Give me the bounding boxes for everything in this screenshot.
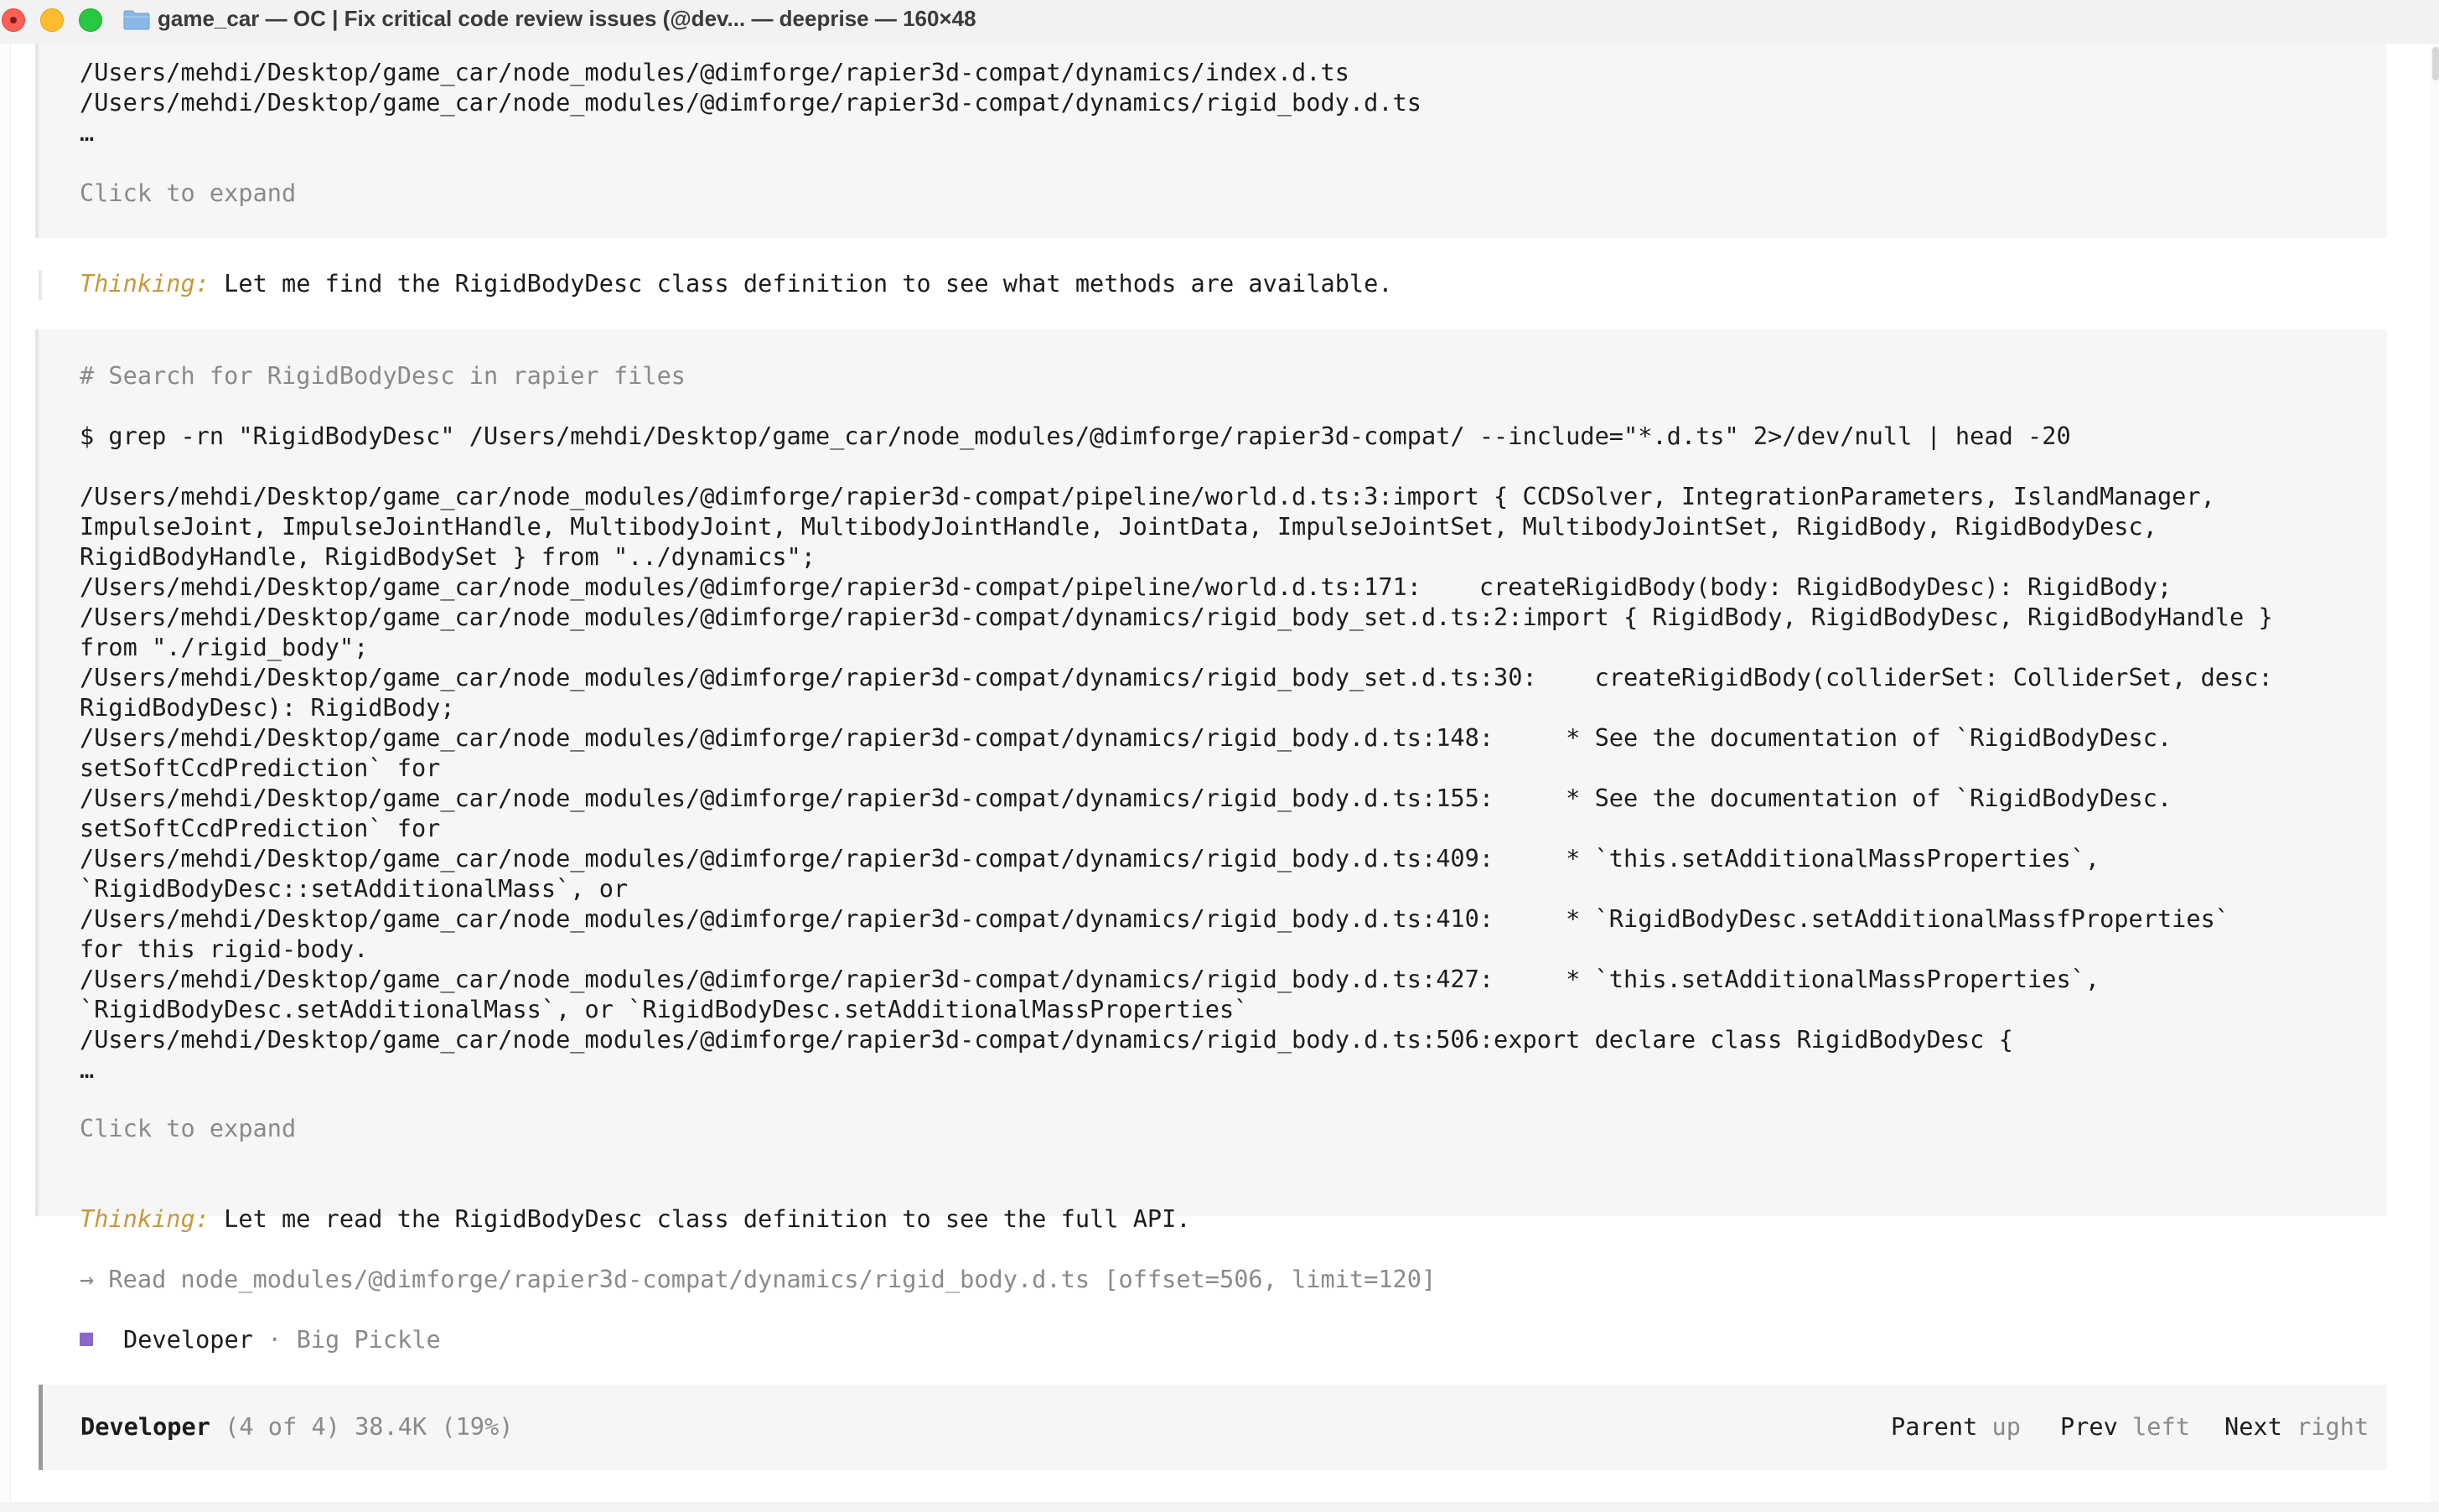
output-line: /Users/mehdi/Desktop/game_car/node_modul… [80,482,2215,510]
nav-next-key: Next [2224,1412,2282,1441]
output-line: /Users/mehdi/Desktop/game_car/node_modul… [80,723,2172,752]
square-icon [80,1333,93,1346]
minimize-button[interactable] [40,8,64,32]
thinking-marker [39,270,42,300]
command-comment: # Search for RigidBodyDesc in rapier fil… [80,361,686,390]
thinking-text: Let me read the RigidBodyDesc class defi… [209,1204,1191,1233]
terminal-content[interactable]: /Users/mehdi/Desktop/game_car/node_modul… [0,44,2439,1512]
title-bar: game_car — OC | Fix critical code review… [0,0,2439,44]
nav-parent[interactable]: Parent up [1891,1411,2021,1442]
thinking-message: Thinking: Let me find the RigidBodyDesc … [80,268,1393,298]
output-line: /Users/mehdi/Desktop/game_car/node_modul… [80,1025,2013,1054]
output-line: RigidBodyHandle, RigidBodySet } from "..… [80,542,816,571]
scrollbar-thumb[interactable] [2432,47,2439,80]
click-to-expand[interactable]: Click to expand [80,178,296,208]
nav-next-hint: right [2297,1412,2369,1441]
output-line: RigidBodyDesc): RigidBody; [80,693,455,722]
output-line: /Users/mehdi/Desktop/game_car/node_modul… [80,784,2172,812]
thinking-text: Let me find the RigidBodyDesc class defi… [209,269,1393,298]
output-line: ImpulseJoint, ImpulseJointHandle, Multib… [80,512,2157,541]
output-line: /Users/mehdi/Desktop/game_car/node_modul… [80,58,1349,86]
nav-next[interactable]: Next right [2224,1411,2369,1442]
footer-position: (4 of 4) 38.4K (19%) [210,1412,514,1441]
nav-parent-key: Parent [1891,1412,1978,1441]
nav-prev-key: Prev [2060,1412,2118,1441]
output-line: from "./rigid_body"; [80,633,369,661]
output-line: /Users/mehdi/Desktop/game_car/node_modul… [80,88,1421,117]
command-line: $ grep -rn "RigidBodyDesc" /Users/mehdi/… [80,422,2071,450]
nav-prev-hint: left [2132,1412,2190,1441]
scrollbar[interactable] [2431,44,2439,1512]
output-line: /Users/mehdi/Desktop/game_car/node_modul… [80,965,2100,993]
agent-line: Developer · Big Pickle [123,1324,441,1354]
thinking-label: Thinking: [80,1204,210,1233]
bottom-strip [0,1502,2439,1512]
read-file-line: → Read node_modules/@dimforge/rapier3d-c… [80,1265,1437,1293]
nav-parent-hint: up [1991,1412,2021,1441]
ellipsis-line: … [80,1055,95,1084]
output-line: setSoftCcdPrediction` for [80,814,441,842]
output-line: /Users/mehdi/Desktop/game_car/node_modul… [80,844,2100,873]
nav-prev[interactable]: Prev left [2060,1411,2190,1442]
thinking-label: Thinking: [80,269,210,298]
close-icon [10,17,17,23]
output-line: `RigidBodyDesc.setAdditionalMass`, or `R… [80,995,1249,1023]
click-to-expand[interactable]: Click to expand [80,1113,296,1143]
output-line: /Users/mehdi/Desktop/game_car/node_modul… [80,603,2273,631]
ellipsis-line: … [80,118,95,147]
window-title: game_car — OC | Fix critical code review… [158,6,976,31]
footer-status: Developer (4 of 4) 38.4K (19%) [80,1411,513,1442]
agent-name: Developer [123,1325,253,1354]
agent-model: Big Pickle [296,1325,441,1354]
output-line: setSoftCcdPrediction` for [80,753,441,782]
agent-separator: · [252,1325,297,1354]
output-line: for this rigid-body. [80,935,369,963]
footer-agent: Developer [80,1412,210,1441]
session-footer: Developer (4 of 4) 38.4K (19%) Parent up… [39,1385,2387,1470]
terminal-window: game_car — OC | Fix critical code review… [0,0,2439,1512]
folder-icon [123,10,150,30]
output-line: /Users/mehdi/Desktop/game_car/node_modul… [80,904,2230,933]
output-line: /Users/mehdi/Desktop/game_car/node_modul… [80,663,2273,691]
zoom-button[interactable] [79,8,102,32]
output-line: /Users/mehdi/Desktop/game_car/node_modul… [80,572,2172,601]
left-gutter [0,44,11,1512]
output-line: `RigidBodyDesc::setAdditionalMass`, or [80,874,629,903]
close-button[interactable] [2,8,25,32]
thinking-message: Thinking: Let me read the RigidBodyDesc … [80,1204,1191,1234]
